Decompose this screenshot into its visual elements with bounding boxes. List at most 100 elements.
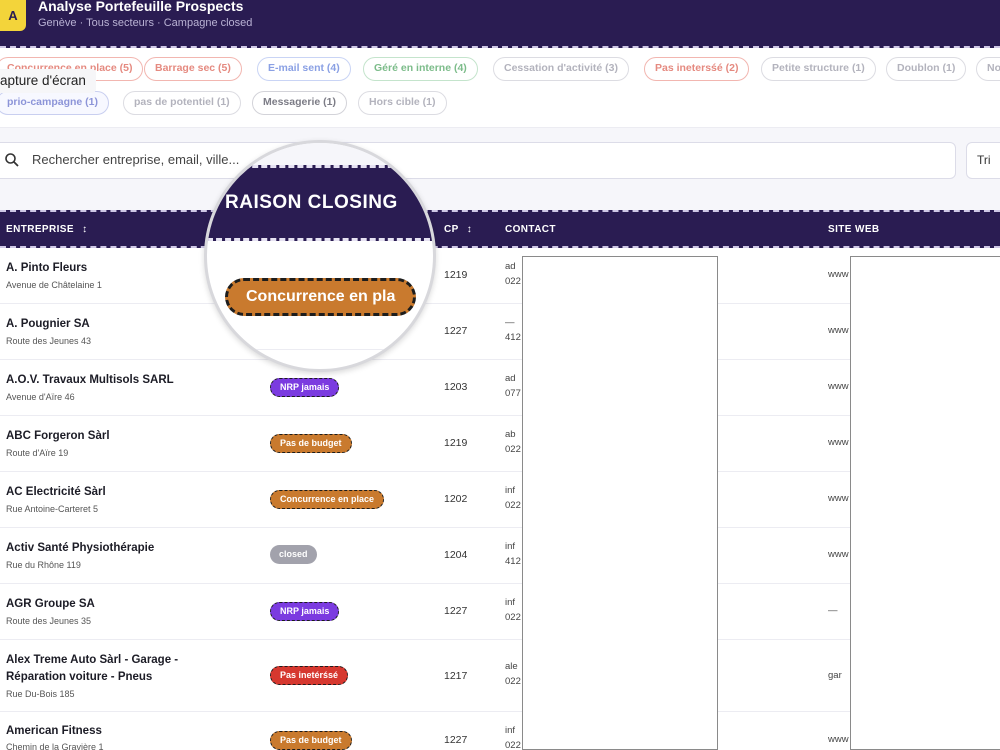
column-label: CP: [444, 224, 459, 235]
search-bar: Rechercher entreprise, email, ville... T…: [0, 128, 1000, 210]
contact-phone: 077: [505, 388, 521, 399]
filter-chip[interactable]: pas de potentiel (1): [123, 91, 241, 115]
contact-phone: 022: [505, 500, 521, 511]
company-name: A. Pinto Fleurs: [6, 262, 88, 274]
filter-chip[interactable]: Pas inetersśé (2): [644, 57, 750, 81]
company-name: Alex Treme Auto Sàrl - Garage - Réparati…: [6, 654, 179, 683]
contact-email: inf: [505, 725, 516, 736]
status-badge: Pas inetérśsé: [270, 666, 349, 685]
search-input[interactable]: Rechercher entreprise, email, ville...: [0, 142, 956, 179]
contact-phone: 022: [505, 676, 521, 687]
contact-phone: 022: [505, 444, 521, 455]
column-label: ENTREPRISE: [6, 224, 74, 235]
contact-email: —: [505, 317, 515, 328]
postal-code: 1227: [444, 325, 468, 337]
sort-select[interactable]: Tri: [966, 142, 1000, 179]
postal-code: 1219: [444, 269, 468, 281]
website-link[interactable]: —: [828, 605, 850, 616]
magnified-table-header: RAISON CLOSING: [207, 165, 433, 241]
contact-email: ad: [505, 261, 516, 272]
company-name: A. Pougnier SA: [6, 318, 90, 330]
company-address: Route des Jeunes 43: [6, 336, 92, 346]
contact-email: inf: [505, 597, 516, 608]
filter-chips: Concurrence en place (5) Barrage sec (5)…: [0, 48, 1000, 128]
table-header: ENTREPRISE ↕ CP ↕ CONTACT SITE WEB: [0, 210, 1000, 248]
filter-chip[interactable]: E-mail sent (4): [257, 57, 351, 81]
sort-icon: ↕: [466, 224, 473, 235]
search-icon: [5, 153, 19, 167]
company-address: Avenue d'Aïre 46: [6, 392, 75, 402]
website-link[interactable]: www: [828, 493, 850, 504]
contact-phone: 022: [505, 612, 521, 623]
app-title: Analyse Portefeuille Prospects: [38, 0, 244, 14]
status-badge: Concurrence en place: [270, 490, 385, 509]
company-name: A.O.V. Travaux Multisols SARL: [6, 374, 174, 386]
contact-phone: 412: [505, 332, 521, 343]
company-address: Route d'Aïre 19: [6, 448, 69, 458]
redaction-box: [850, 256, 1000, 750]
magnifier-lens: RAISON CLOSING Concurrence en pla: [204, 140, 436, 372]
magnified-search-band: [207, 143, 433, 165]
website-link[interactable]: www: [828, 437, 850, 448]
website-link[interactable]: www: [828, 325, 850, 336]
company-name: Activ Santé Physiothérapie: [6, 542, 155, 554]
postal-code: 1217: [444, 670, 468, 682]
app-header: A Analyse Portefeuille Prospects Genève …: [0, 0, 1000, 48]
filter-chip[interactable]: Messagerie (1): [252, 91, 347, 115]
app-subtitle: Genève · Tous secteurs · Campagne closed: [38, 17, 253, 29]
app-page: A Analyse Portefeuille Prospects Genève …: [0, 0, 1000, 750]
app-logo: A: [0, 0, 26, 31]
redaction-box: [522, 256, 718, 750]
postal-code: 1204: [444, 549, 468, 561]
screenshot-tooltip: apture d'écran: [0, 69, 96, 93]
magnified-column-label: RAISON CLOSING: [225, 192, 398, 213]
company-address: Rue Du-Bois 185: [6, 689, 75, 699]
website-link[interactable]: www: [828, 269, 850, 280]
company-address: Rue du Rhône 119: [6, 560, 81, 570]
filter-chip[interactable]: Doublon (1): [886, 57, 967, 81]
magnified-status-badge: Concurrence en pla: [225, 278, 417, 316]
filter-chip[interactable]: Géré en interne (4): [363, 57, 478, 81]
contact-email: ale: [505, 661, 518, 672]
column-header-contact: CONTACT: [505, 224, 556, 235]
filter-chip[interactable]: Petite structure (1): [761, 57, 876, 81]
column-header-site: SITE WEB: [828, 224, 880, 235]
filter-chip[interactable]: Hors cible (1): [358, 91, 447, 115]
filter-chip[interactable]: No: [976, 57, 1000, 81]
status-badge: closed: [270, 545, 317, 564]
postal-code: 1202: [444, 493, 468, 505]
company-name: ABC Forgeron Sàrl: [6, 430, 110, 442]
contact-phone: 022: [505, 740, 521, 750]
filter-chip[interactable]: prio-campagne (1): [0, 91, 110, 115]
column-header-cp[interactable]: CP ↕: [444, 224, 472, 235]
contact-email: ad: [505, 373, 516, 384]
company-name: American Fitness: [6, 725, 102, 737]
website-link[interactable]: gar: [828, 670, 850, 681]
contact-email: inf: [505, 485, 516, 496]
status-badge: NRP jamais: [270, 378, 340, 397]
postal-code: 1227: [444, 605, 468, 617]
website-link[interactable]: www: [828, 734, 850, 745]
company-address: Rue Antoine-Carteret 5: [6, 504, 99, 514]
status-badge: Pas de budget: [270, 434, 352, 453]
company-address: Chemin de la Gravière 1: [6, 742, 104, 750]
contact-phone: 022: [505, 276, 521, 287]
postal-code: 1203: [444, 381, 468, 393]
filter-chip[interactable]: Cessation d'activité (3): [493, 57, 629, 81]
website-link[interactable]: www: [828, 549, 850, 560]
contact-phone: 412: [505, 556, 521, 567]
sort-icon: ↕: [82, 224, 88, 235]
company-name: AGR Groupe SA: [6, 598, 95, 610]
column-header-entreprise[interactable]: ENTREPRISE ↕: [6, 224, 88, 235]
contact-email: ab: [505, 429, 516, 440]
magnified-row-divider: [207, 349, 433, 350]
company-address: Avenue de Châtelaine 1: [6, 280, 102, 290]
filter-chip[interactable]: Barrage sec (5): [144, 57, 242, 81]
company-address: Route des Jeunes 35: [6, 616, 92, 626]
postal-code: 1227: [444, 734, 468, 746]
status-badge: NRP jamais: [270, 602, 340, 621]
company-name: AC Electricité Sàrl: [6, 486, 106, 498]
postal-code: 1219: [444, 437, 468, 449]
website-link[interactable]: www: [828, 381, 850, 392]
contact-email: inf: [505, 541, 516, 552]
